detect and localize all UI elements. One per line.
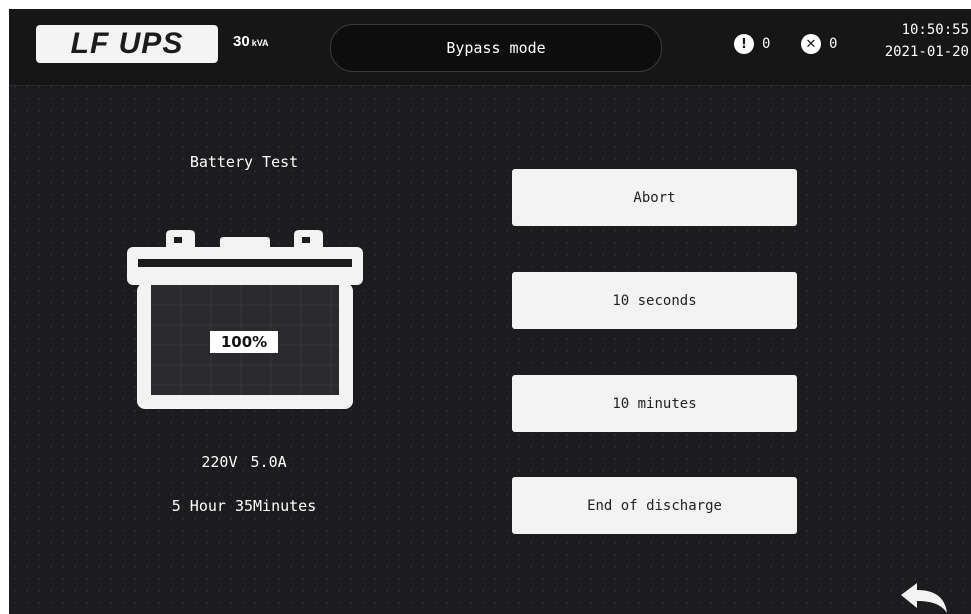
fault-counter[interactable]: ✕ 0 bbox=[801, 34, 837, 54]
battery-charge-percent: 100% bbox=[210, 331, 278, 353]
battery-current: 5.0A bbox=[250, 453, 287, 471]
ups-screen: LF UPS 30 kVA Bypass mode ! 0 ✕ 0 10:50:5… bbox=[9, 9, 971, 614]
battery-readings: 220V 5.0A bbox=[143, 453, 345, 471]
battery-voltage: 220V bbox=[201, 453, 238, 471]
ten-seconds-test-button[interactable]: 10 seconds bbox=[512, 272, 797, 329]
capacity-unit: kVA bbox=[251, 38, 269, 48]
capacity-rating: 30 kVA bbox=[233, 33, 269, 50]
x-circle-icon: ✕ bbox=[801, 34, 821, 54]
operating-mode-label: Bypass mode bbox=[446, 39, 546, 57]
clock: 10:50:55 2021-01-20 bbox=[885, 19, 969, 63]
clock-time: 10:50:55 bbox=[901, 22, 969, 38]
ten-minutes-test-button[interactable]: 10 minutes bbox=[512, 375, 797, 432]
back-arrow-icon bbox=[901, 583, 947, 613]
exclamation-circle-icon: ! bbox=[734, 34, 754, 54]
battery-graphic: 100% bbox=[124, 219, 366, 409]
brand-logo-text: LF UPS bbox=[70, 27, 184, 60]
operating-mode-indicator: Bypass mode bbox=[330, 24, 662, 72]
top-bar: LF UPS 30 kVA Bypass mode ! 0 ✕ 0 10:50:5… bbox=[9, 9, 971, 86]
clock-date: 2021-01-20 bbox=[884, 44, 969, 60]
battery-remaining-time: 5 Hour 35Minutes bbox=[171, 497, 317, 515]
abort-button[interactable]: Abort bbox=[512, 169, 797, 226]
end-of-discharge-test-button[interactable]: End of discharge bbox=[512, 477, 797, 534]
battery-test-title: Battery Test bbox=[189, 153, 299, 171]
warning-count: 0 bbox=[762, 36, 771, 52]
warning-counter[interactable]: ! 0 bbox=[734, 34, 770, 54]
battery-icon bbox=[127, 230, 363, 409]
fault-count: 0 bbox=[829, 36, 838, 52]
brand-logo: LF UPS bbox=[36, 25, 218, 63]
capacity-value: 30 bbox=[233, 33, 250, 50]
back-button[interactable] bbox=[899, 582, 949, 614]
